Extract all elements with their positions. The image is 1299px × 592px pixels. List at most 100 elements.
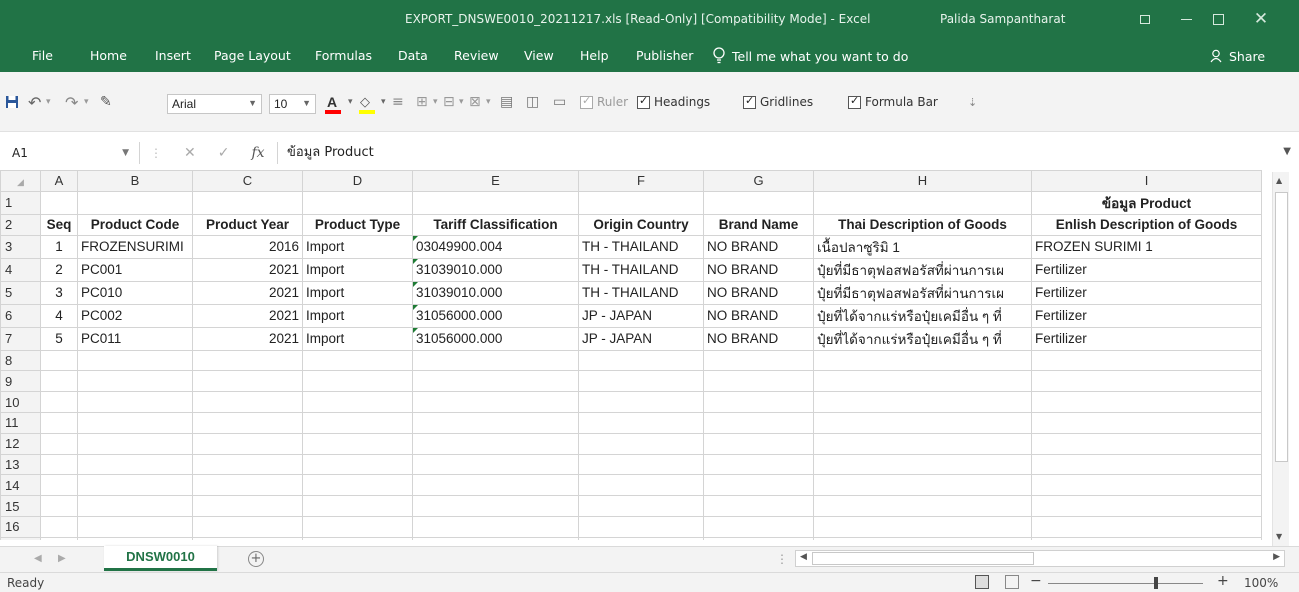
zoom-out-button[interactable]: −: [1030, 573, 1042, 589]
page-layout-view-icon[interactable]: ◫: [526, 92, 539, 112]
redo-dropdown-icon[interactable]: ▾: [84, 92, 89, 112]
cell[interactable]: [302, 370, 413, 393]
cell[interactable]: [302, 495, 413, 517]
scroll-up-icon[interactable]: ▲: [1276, 176, 1282, 185]
column-header-h[interactable]: H: [813, 170, 1032, 192]
cell[interactable]: [703, 453, 814, 476]
cell[interactable]: [192, 515, 303, 538]
column-header-e[interactable]: E: [412, 170, 579, 192]
cell[interactable]: [77, 515, 193, 538]
cell-origin[interactable]: TH - THAILAND: [578, 280, 704, 305]
cell[interactable]: [813, 536, 1032, 540]
next-sheet-icon[interactable]: ▶: [58, 553, 66, 564]
cell[interactable]: [813, 391, 1032, 413]
cell[interactable]: [77, 536, 193, 540]
cell[interactable]: [302, 453, 413, 476]
cell[interactable]: [40, 453, 78, 476]
horizontal-scroll-thumb[interactable]: [812, 552, 1034, 565]
cell-product-code[interactable]: PC010: [77, 280, 193, 305]
undo-icon[interactable]: ↶: [28, 92, 41, 112]
tab-data[interactable]: Data: [398, 40, 428, 72]
expand-formula-bar-icon[interactable]: ▼: [1283, 146, 1291, 157]
cell-brand[interactable]: NO BRAND: [703, 326, 814, 351]
cell[interactable]: [703, 515, 814, 538]
header-cell-english-desc[interactable]: Enlish Description of Goods: [1031, 213, 1262, 236]
undo-dropdown-icon[interactable]: ▾: [46, 92, 51, 112]
cell[interactable]: [192, 536, 303, 540]
scroll-right-icon[interactable]: ▶: [1273, 552, 1280, 562]
insert-dropdown-icon[interactable]: ▾: [459, 92, 464, 112]
cell[interactable]: [192, 453, 303, 476]
cell[interactable]: [703, 349, 814, 372]
tab-page-layout[interactable]: Page Layout: [214, 40, 291, 72]
column-header-f[interactable]: F: [578, 170, 704, 192]
tab-home[interactable]: Home: [90, 40, 127, 72]
row-header[interactable]: 2: [0, 213, 41, 236]
tab-formulas[interactable]: Formulas: [315, 40, 372, 72]
headings-checkbox[interactable]: Headings: [637, 94, 710, 109]
zoom-in-button[interactable]: +: [1217, 573, 1229, 589]
cell-thai-desc[interactable]: เนื้อปลาซูริมิ 1: [813, 234, 1032, 259]
cell-tariff[interactable]: 31039010.000: [412, 257, 579, 282]
cell-origin[interactable]: TH - THAILAND: [578, 257, 704, 282]
cell[interactable]: [40, 411, 78, 434]
cell[interactable]: [813, 432, 1032, 455]
cell-seq[interactable]: 5: [40, 326, 78, 351]
formula-input[interactable]: ข้อมูล Product: [277, 142, 1287, 164]
zoom-slider-thumb[interactable]: [1154, 577, 1158, 589]
cell-product-type[interactable]: Import: [302, 234, 413, 259]
cell-product-code[interactable]: FROZENSURIMI: [77, 234, 193, 259]
page-layout-status-icon[interactable]: [1005, 575, 1019, 589]
cell[interactable]: [192, 190, 303, 215]
zoom-level[interactable]: 100%: [1244, 576, 1278, 590]
cell[interactable]: [578, 495, 704, 517]
zoom-slider[interactable]: [1048, 583, 1203, 584]
row-header[interactable]: 6: [0, 303, 41, 328]
header-cell-origin[interactable]: Origin Country: [578, 213, 704, 236]
merge-icon[interactable]: ⊠: [469, 92, 481, 112]
ruler-checkbox[interactable]: Ruler: [580, 94, 628, 109]
cell[interactable]: [192, 495, 303, 517]
column-header-i[interactable]: I: [1031, 170, 1262, 192]
borders-dropdown-icon[interactable]: ▾: [433, 92, 438, 112]
cell-product-type[interactable]: Import: [302, 303, 413, 328]
cell[interactable]: [192, 370, 303, 393]
cell[interactable]: [813, 411, 1032, 434]
cell[interactable]: [703, 370, 814, 393]
tab-view[interactable]: View: [524, 40, 554, 72]
cell[interactable]: [302, 391, 413, 413]
cell-brand[interactable]: NO BRAND: [703, 257, 814, 282]
cell[interactable]: [412, 495, 579, 517]
cell-i1[interactable]: ข้อมูล Product: [1031, 190, 1262, 215]
cell[interactable]: [412, 515, 579, 538]
cell[interactable]: [40, 432, 78, 455]
cell[interactable]: [302, 432, 413, 455]
scroll-down-icon[interactable]: ▼: [1276, 532, 1282, 541]
header-cell-thai-desc[interactable]: Thai Description of Goods: [813, 213, 1032, 236]
cell[interactable]: [578, 536, 704, 540]
cell-product-year[interactable]: 2021: [192, 257, 303, 282]
cell-product-year[interactable]: 2021: [192, 326, 303, 351]
column-header-g[interactable]: G: [703, 170, 814, 192]
minimize-button[interactable]: [1175, 8, 1197, 30]
cell[interactable]: [192, 432, 303, 455]
cell-origin[interactable]: JP - JAPAN: [578, 303, 704, 328]
enter-icon[interactable]: ✓: [218, 145, 230, 161]
tab-help[interactable]: Help: [580, 40, 609, 72]
cell[interactable]: [40, 474, 78, 497]
cell[interactable]: [77, 432, 193, 455]
cell-thai-desc[interactable]: ปุ๋ยที่ได้จากแร่หรือปุ๋ยเคมีอื่น ๆ ที่: [813, 303, 1032, 328]
cell[interactable]: [813, 190, 1032, 215]
normal-view-icon[interactable]: ▤: [500, 92, 513, 112]
row-header[interactable]: 4: [0, 257, 41, 282]
cell[interactable]: [1031, 453, 1262, 476]
scroll-left-icon[interactable]: ◀: [800, 552, 807, 562]
cell[interactable]: [1031, 391, 1262, 413]
font-color-button[interactable]: A: [324, 94, 342, 114]
tab-review[interactable]: Review: [454, 40, 499, 72]
select-all-corner[interactable]: ◢: [0, 170, 41, 192]
cell-tariff[interactable]: 31056000.000: [412, 303, 579, 328]
cell[interactable]: [77, 190, 193, 215]
cell[interactable]: [1031, 411, 1262, 434]
tab-file[interactable]: File: [32, 40, 53, 72]
